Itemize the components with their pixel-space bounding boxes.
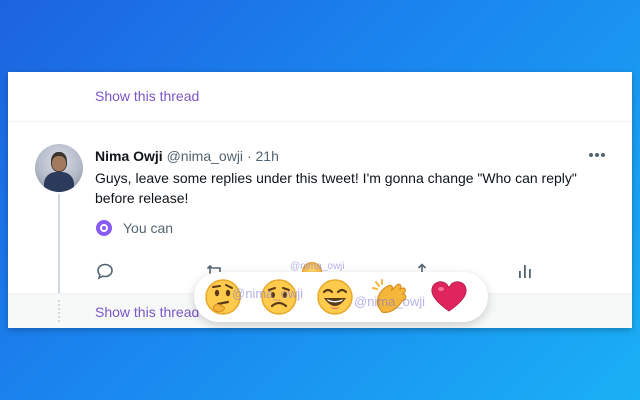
red-heart-icon[interactable] (428, 276, 470, 318)
avatar-body (44, 172, 74, 192)
thinking-face-icon[interactable] (202, 276, 244, 318)
tweet-header: Nima Owji @nima_owji · 21h (95, 148, 279, 164)
reply-restriction-note: You can (123, 220, 174, 236)
watermark-small: @nima_owji (290, 261, 345, 272)
reaction-picker (194, 272, 488, 322)
more-icon[interactable] (588, 146, 606, 158)
show-thread-link-top[interactable]: Show this thread (95, 88, 199, 104)
reply-icon[interactable] (96, 262, 114, 280)
avatar[interactable] (35, 144, 83, 192)
laughing-face-icon[interactable] (314, 276, 356, 318)
reply-restriction-icon (96, 220, 112, 236)
tweet-time[interactable]: 21h (256, 148, 279, 164)
divider-top (8, 121, 632, 122)
avatar-face (52, 156, 66, 171)
author-handle[interactable]: @nima_owji (167, 148, 243, 164)
analytics-icon[interactable] (516, 262, 534, 280)
tweet-card: Show this thread Nima Owji @nima_owji · … (8, 72, 632, 328)
sad-face-icon[interactable] (258, 276, 300, 318)
clapping-hands-icon[interactable] (370, 276, 412, 318)
header-separator: · (246, 148, 252, 164)
author-name[interactable]: Nima Owji (95, 148, 163, 164)
thread-dots (58, 300, 60, 322)
tweet-text: Guys, leave some replies under this twee… (95, 170, 577, 206)
show-thread-link-bottom[interactable]: Show this thread (95, 304, 199, 320)
thread-connector-line (58, 194, 60, 294)
